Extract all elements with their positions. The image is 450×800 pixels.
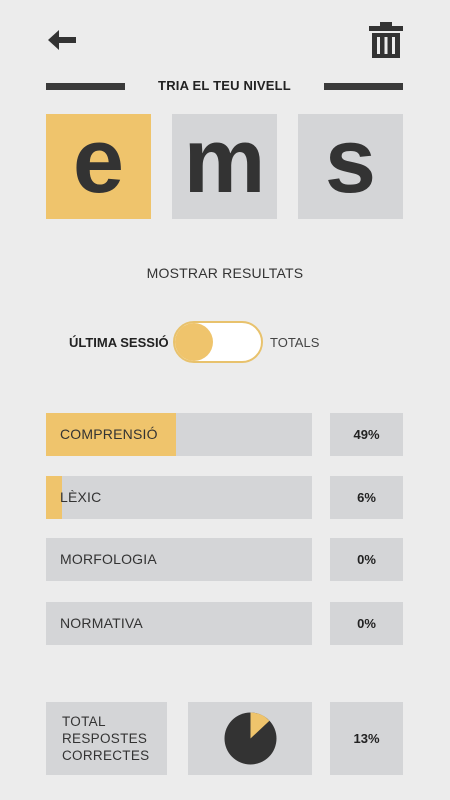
trash-icon [369, 22, 403, 58]
result-bar-comprensio: COMPRENSIÓ [46, 413, 312, 456]
toggle-label-totals[interactable]: TOTALS [270, 335, 319, 350]
result-bar-morfologia: MORFOLOGIA [46, 538, 312, 581]
level-tile-m[interactable]: m [172, 114, 277, 219]
total-label-line: RESPOSTES [62, 731, 148, 746]
total-correct-label-box: TOTAL RESPOSTES CORRECTES [46, 702, 167, 775]
title-divider-right [324, 83, 403, 90]
result-label: NORMATIVA [60, 615, 143, 631]
delete-button[interactable] [366, 20, 406, 60]
total-label-line: CORRECTES [62, 748, 150, 763]
pie-chart-icon [224, 712, 277, 765]
toggle-knob[interactable] [175, 323, 213, 361]
level-tile-s[interactable]: s [298, 114, 403, 219]
result-label: COMPRENSIÓ [60, 426, 158, 442]
result-label: LÈXIC [60, 489, 102, 505]
result-percent: 49% [330, 413, 403, 456]
page-title: TRIA EL TEU NIVELL [158, 78, 291, 93]
result-label: MORFOLOGIA [60, 551, 157, 567]
toggle-label-last-session[interactable]: ÚLTIMA SESSIÓ [69, 335, 169, 350]
level-letter: e [72, 109, 125, 212]
level-letter: s [324, 109, 377, 212]
result-bar-normativa: NORMATIVA [46, 602, 312, 645]
result-percent: 6% [330, 476, 403, 519]
session-totals-toggle[interactable] [173, 321, 263, 363]
arrow-left-icon [48, 30, 76, 50]
total-pie-box [188, 702, 312, 775]
show-results-heading: MOSTRAR RESULTATS [146, 265, 304, 281]
back-button[interactable] [44, 26, 80, 54]
total-label-line: TOTAL [62, 714, 106, 729]
total-percent: 13% [330, 702, 403, 775]
level-tile-e[interactable]: e [46, 114, 151, 219]
title-divider-left [46, 83, 125, 90]
result-bar-lexic: LÈXIC [46, 476, 312, 519]
result-percent: 0% [330, 538, 403, 581]
level-letter: m [183, 109, 266, 212]
result-percent: 0% [330, 602, 403, 645]
